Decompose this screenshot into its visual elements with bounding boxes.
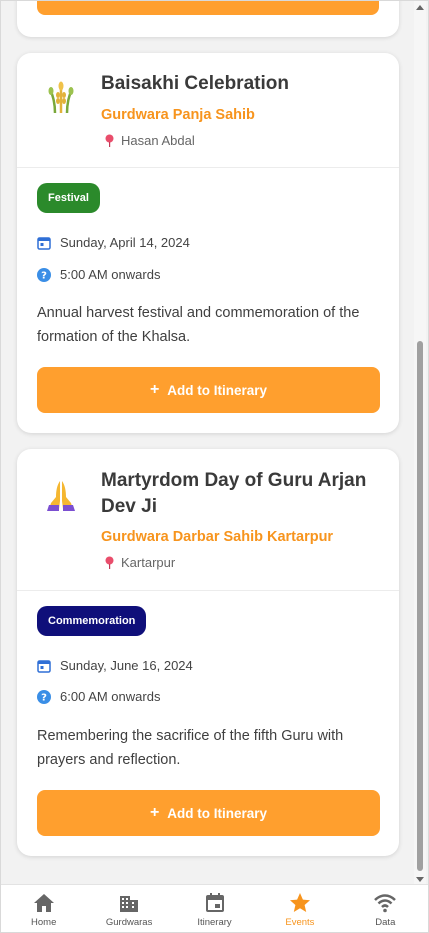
button-label: Add to Itinerary xyxy=(167,382,268,398)
date-label: Sunday, June 16, 2024 xyxy=(60,658,193,673)
nav-item-gurdwaras[interactable]: Gurdwaras xyxy=(86,885,171,932)
scroll-down-arrow-icon[interactable] xyxy=(416,877,424,882)
event-card-header: Martyrdom Day of Guru Arjan Dev Ji Gurdw… xyxy=(17,449,399,591)
nav-label: Data xyxy=(375,917,396,928)
location-label: Kartarpur xyxy=(121,555,176,570)
event-time: ? 5:00 AM onwards xyxy=(37,267,160,282)
event-card-header: Baisakhi Celebration Gurdwara Panja Sahi… xyxy=(17,53,399,168)
wheat-icon xyxy=(48,81,74,114)
nav-item-data[interactable]: Data xyxy=(343,885,428,932)
event-location: Kartarpur xyxy=(105,555,175,570)
calendar-icon xyxy=(37,659,51,673)
event-date: Sunday, June 16, 2024 xyxy=(37,658,193,673)
nav-label: Itinerary xyxy=(197,917,232,928)
date-label: Sunday, April 14, 2024 xyxy=(60,235,190,250)
wifi-icon xyxy=(374,894,397,913)
add-to-itinerary-button[interactable]: + Add to Itinerary xyxy=(37,790,380,836)
home-icon xyxy=(33,894,54,912)
calendar-icon xyxy=(205,893,224,912)
event-description: Remembering the sacrifice of the fifth G… xyxy=(37,728,344,768)
event-date: Sunday, April 14, 2024 xyxy=(37,235,190,250)
event-gurdwara[interactable]: Gurdwara Panja Sahib xyxy=(101,107,255,123)
event-card: Baisakhi Celebration Gurdwara Panja Sahi… xyxy=(17,53,399,433)
nav-item-events[interactable]: Events xyxy=(257,885,342,932)
event-card: Martyrdom Day of Guru Arjan Dev Ji Gurdw… xyxy=(17,449,399,856)
location-pin-icon xyxy=(105,556,114,569)
plus-icon: + xyxy=(149,804,160,821)
nav-label: Events xyxy=(285,917,315,928)
praying-hands-icon xyxy=(47,481,75,511)
events-list[interactable]: Baisakhi Celebration Gurdwara Panja Sahi… xyxy=(1,1,415,886)
event-time: ? 6:00 AM onwards xyxy=(37,689,160,704)
question-circle-icon: ? xyxy=(37,689,51,704)
previous-add-to-itinerary-button[interactable] xyxy=(37,1,379,15)
nav-item-home[interactable]: Home xyxy=(1,885,86,932)
event-title: Martyrdom Day of Guru Arjan Dev Ji xyxy=(101,470,367,517)
category-badge: Commemoration xyxy=(37,606,147,636)
nav-label: Gurdwaras xyxy=(105,917,153,928)
location-label: Hasan Abdal xyxy=(121,133,195,148)
nav-item-itinerary[interactable]: Itinerary xyxy=(172,885,257,932)
event-description: Annual harvest festival and commemoratio… xyxy=(37,305,360,345)
question-circle-icon: ? xyxy=(37,267,51,282)
vertical-scrollbar[interactable] xyxy=(414,1,426,886)
previous-event-card xyxy=(17,1,399,37)
bottom-nav: Home Gurdwaras Itinerary Events Data xyxy=(1,884,428,932)
calendar-icon xyxy=(37,236,51,250)
add-to-itinerary-button[interactable]: + Add to Itinerary xyxy=(37,367,380,413)
location-pin-icon xyxy=(105,134,114,147)
event-title: Baisakhi Celebration xyxy=(101,73,289,94)
scroll-up-arrow-icon[interactable] xyxy=(416,5,424,10)
plus-icon: + xyxy=(149,381,160,398)
svg-text:?: ? xyxy=(41,270,47,281)
nav-label: Home xyxy=(31,917,57,928)
star-icon xyxy=(289,893,310,912)
time-label: 6:00 AM onwards xyxy=(60,689,161,704)
button-label: Add to Itinerary xyxy=(167,805,268,821)
event-gurdwara[interactable]: Gurdwara Darbar Sahib Kartarpur xyxy=(101,529,333,545)
svg-text:?: ? xyxy=(41,692,47,703)
scrollbar-thumb[interactable] xyxy=(417,341,423,871)
event-location: Hasan Abdal xyxy=(105,133,195,148)
category-badge: Festival xyxy=(37,183,100,213)
building-icon xyxy=(120,896,139,912)
time-label: 5:00 AM onwards xyxy=(60,267,161,282)
